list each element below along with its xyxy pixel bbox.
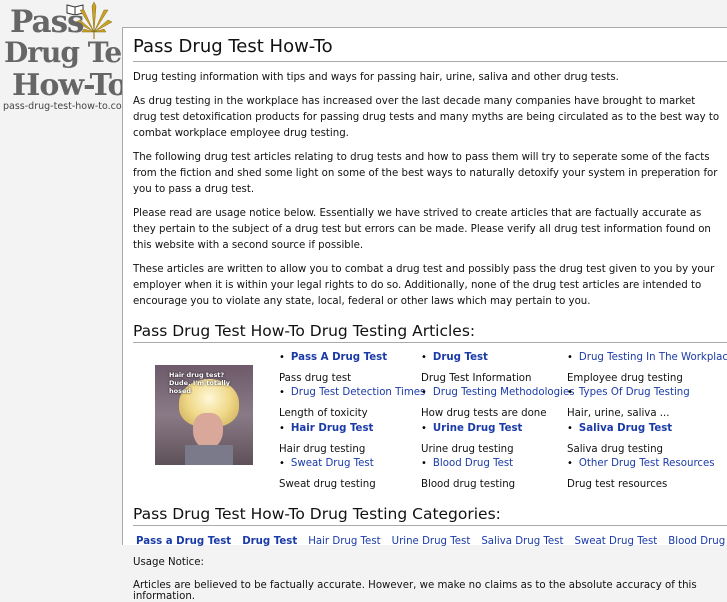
article-description: Sweat drug testing	[279, 479, 376, 490]
article-description: Length of toxicity	[279, 408, 368, 419]
article-description: Hair, urine, saliva ...	[567, 408, 670, 419]
category-link[interactable]: Pass a Drug Test	[136, 536, 231, 547]
article-description: Saliva drug testing	[567, 444, 664, 455]
article-link[interactable]: Drug Test	[433, 352, 488, 363]
article-title: Urine Drug Test	[421, 422, 523, 436]
category-link[interactable]: Saliva Drug Test	[481, 536, 563, 547]
article-description: Blood drug testing	[421, 479, 516, 490]
article-item: Types Of Drug Testing Hair, urine, saliva…	[567, 386, 690, 421]
articles-grid: Hair drug test? Dude, I'm totally hosed …	[133, 343, 727, 503]
intro-paragraph: The following drug test articles relatin…	[133, 152, 718, 195]
article-item: Drug Test Drug Test Information	[421, 351, 531, 386]
article-link[interactable]: Drug Testing Methodologies	[433, 387, 575, 398]
article-link[interactable]: Saliva Drug Test	[579, 423, 672, 434]
article-description: Drug test resources	[567, 479, 668, 490]
categories-heading: Pass Drug Test How-To Drug Testing Categ…	[133, 505, 727, 526]
article-title: Hair Drug Test	[279, 422, 373, 436]
logo-url: pass-drug-test-how-to.com	[3, 101, 131, 112]
page-title: Pass Drug Test How-To	[133, 28, 727, 62]
articles-heading: Pass Drug Test How-To Drug Testing Artic…	[133, 322, 727, 343]
intro-paragraph: Drug testing information with tips and w…	[133, 72, 619, 83]
photo-body	[185, 445, 233, 465]
article-title: Other Drug Test Resources	[567, 457, 715, 471]
article-item: Saliva Drug Test Saliva drug testing	[567, 422, 672, 457]
article-title: Saliva Drug Test	[567, 422, 672, 436]
category-link[interactable]: Sweat Drug Test	[574, 536, 657, 547]
article-title: Drug Test	[421, 351, 531, 365]
intro-paragraph: Please read are usage notice below. Esse…	[133, 208, 711, 251]
article-description: Drug Test Information	[421, 373, 532, 384]
category-link[interactable]: Drug Test	[242, 536, 297, 547]
photo-caption: Hair drug test? Dude, I'm totally hosed	[169, 371, 231, 395]
article-title: Drug Test Detection Times	[279, 386, 425, 400]
article-item: Other Drug Test Resources Drug test resou…	[567, 457, 715, 492]
article-item: Drug Test Detection Times Length of toxic…	[279, 386, 425, 421]
site-logo[interactable]: Pass Drug Test How-To pass-drug-test-how…	[0, 0, 149, 118]
category-link[interactable]: Hair Drug Test	[308, 536, 380, 547]
article-link[interactable]: Hair Drug Test	[291, 423, 373, 434]
article-description: Urine drug testing	[421, 444, 514, 455]
article-item: Drug Testing In The Workplace Employee dr…	[567, 351, 727, 386]
article-link[interactable]: Other Drug Test Resources	[579, 458, 715, 469]
usage-notice-text: Articles are believed to be factually ac…	[133, 580, 697, 602]
article-item: Hair Drug Test Hair drug testing	[279, 422, 373, 457]
article-description: How drug tests are done	[421, 408, 547, 419]
article-title: Types Of Drug Testing	[567, 386, 690, 400]
categories-nav: Pass a Drug Test Drug Test Hair Drug Test U…	[133, 536, 727, 547]
article-description: Hair drug testing	[279, 444, 366, 455]
article-link[interactable]: Drug Test Detection Times	[291, 387, 425, 398]
article-link[interactable]: Pass A Drug Test	[291, 352, 387, 363]
article-description: Employee drug testing	[567, 373, 683, 384]
category-link[interactable]: Urine Drug Test	[392, 536, 471, 547]
photo-face	[193, 413, 223, 449]
article-item: Pass A Drug Test Pass drug test	[279, 351, 387, 386]
article-link[interactable]: Types Of Drug Testing	[579, 387, 690, 398]
article-description: Pass drug test	[279, 373, 352, 384]
intro-paragraph: As drug testing in the workplace has inc…	[133, 96, 720, 139]
article-title: Blood Drug Test	[421, 457, 515, 471]
article-item: Blood Drug Test Blood drug testing	[421, 457, 515, 492]
category-link[interactable]: Blood Drug Test	[668, 536, 727, 547]
article-photo: Hair drug test? Dude, I'm totally hosed	[155, 365, 253, 465]
logo-line1: Pass	[10, 4, 84, 40]
article-item: Sweat Drug Test Sweat drug testing	[279, 457, 376, 492]
intro-paragraph: These articles are written to allow you …	[133, 264, 715, 307]
article-item: Drug Testing Methodologies How drug tests…	[421, 386, 575, 421]
logo-line3: How-To	[12, 68, 128, 103]
article-item: Urine Drug Test Urine drug testing	[421, 422, 522, 457]
usage-notice-label: Usage Notice:	[133, 557, 204, 568]
article-title: Drug Testing Methodologies	[421, 386, 575, 400]
article-link[interactable]: Blood Drug Test	[433, 458, 513, 469]
article-title: Drug Testing In The Workplace	[567, 351, 727, 365]
article-title: Pass A Drug Test	[279, 351, 387, 365]
article-link[interactable]: Drug Testing In The Workplace	[579, 352, 727, 363]
article-link[interactable]: Sweat Drug Test	[291, 458, 374, 469]
article-link[interactable]: Urine Drug Test	[433, 423, 523, 434]
main-content: Pass Drug Test How-To Drug testing infor…	[122, 27, 727, 602]
article-title: Sweat Drug Test	[279, 457, 376, 471]
